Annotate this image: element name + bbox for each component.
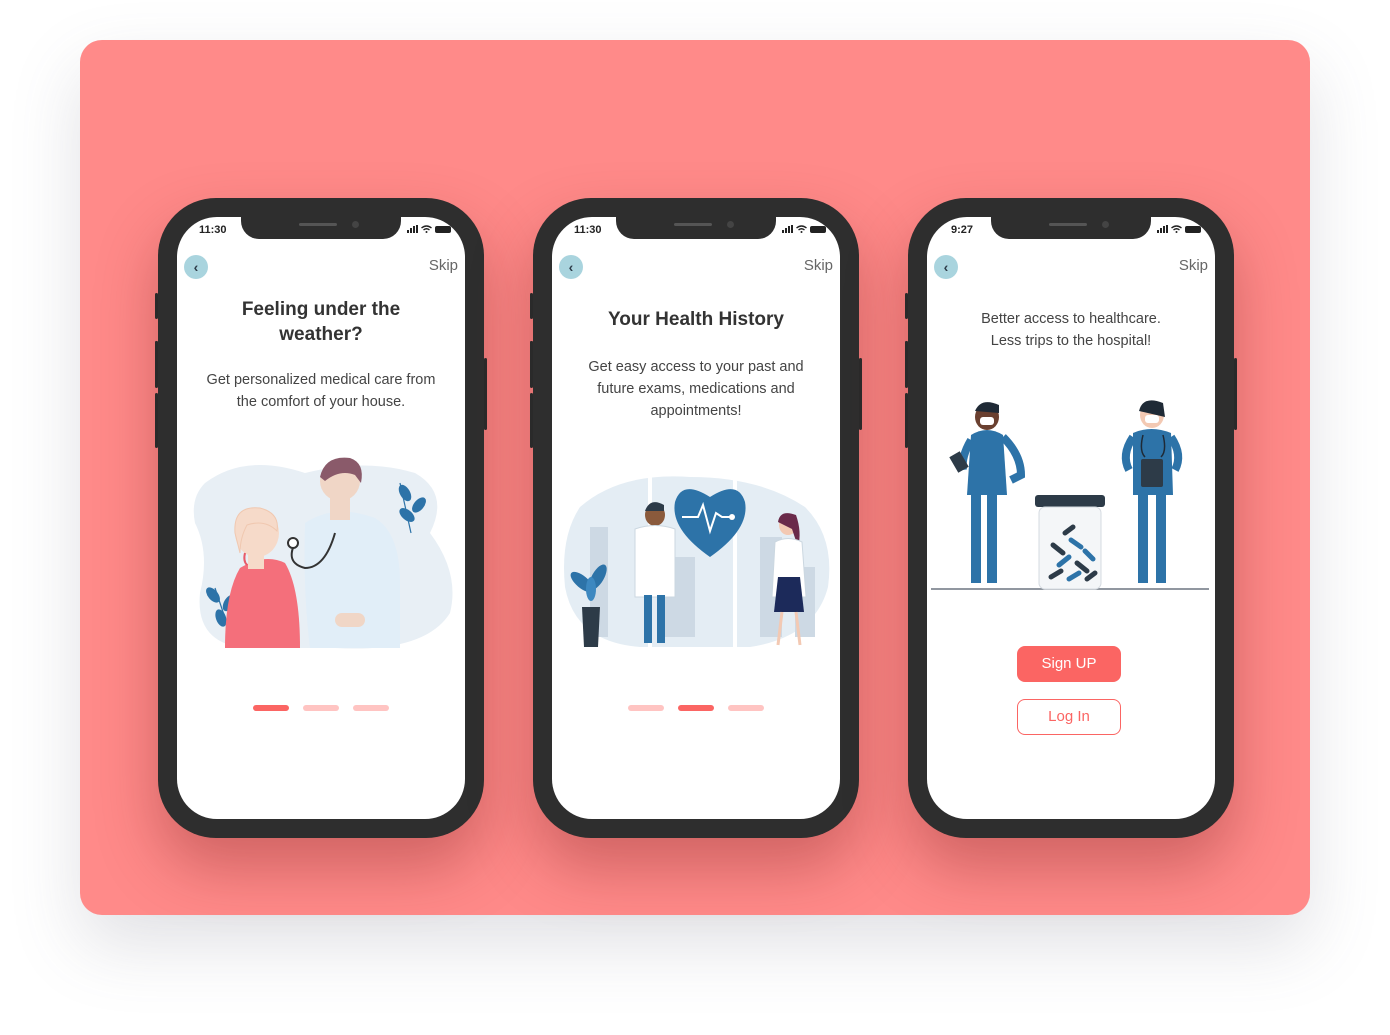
battery-icon bbox=[435, 225, 451, 233]
page-dot-2[interactable] bbox=[303, 705, 339, 711]
page-title: Your Health History bbox=[608, 309, 784, 330]
page-title: Feeling under the weather? bbox=[241, 299, 401, 345]
screen-1: 11:30 ‹ Skip Feeling under the weather? … bbox=[177, 217, 465, 819]
wifi-icon bbox=[796, 225, 807, 233]
back-button[interactable]: ‹ bbox=[559, 255, 583, 279]
phone-onboarding-1: 11:30 ‹ Skip Feeling under the weather? … bbox=[155, 198, 487, 838]
back-button[interactable]: ‹ bbox=[184, 255, 208, 279]
signal-icon bbox=[782, 225, 793, 233]
phone-onboarding-2: 11:30 ‹ Skip Your Health History Get eas… bbox=[530, 198, 862, 838]
page-dot-1[interactable] bbox=[628, 705, 664, 711]
doctor-patient-illustration bbox=[193, 457, 453, 649]
screen-3: 9:27 ‹ Skip Better access to healthcare.… bbox=[927, 217, 1215, 819]
signal-icon bbox=[407, 225, 418, 233]
nurses-pills-illustration bbox=[931, 400, 1209, 590]
skip-link[interactable]: Skip bbox=[429, 257, 458, 274]
notch bbox=[241, 217, 401, 239]
status-icons bbox=[407, 225, 451, 233]
wifi-icon bbox=[1171, 225, 1182, 233]
log-in-button[interactable]: Log In bbox=[1017, 699, 1121, 735]
status-time: 11:30 bbox=[574, 224, 602, 236]
page-dot-3[interactable] bbox=[728, 705, 764, 711]
notch bbox=[616, 217, 776, 239]
signal-icon bbox=[1157, 225, 1168, 233]
status-time: 11:30 bbox=[199, 224, 227, 236]
chevron-left-icon: ‹ bbox=[943, 259, 949, 275]
status-icons bbox=[782, 225, 826, 233]
health-history-illustration bbox=[564, 476, 830, 647]
page-dot-3[interactable] bbox=[353, 705, 389, 711]
pagination-dots bbox=[177, 705, 465, 711]
skip-link[interactable]: Skip bbox=[804, 257, 833, 274]
chevron-left-icon: ‹ bbox=[568, 259, 574, 275]
back-button[interactable]: ‹ bbox=[934, 255, 958, 279]
screen-2: 11:30 ‹ Skip Your Health History Get eas… bbox=[552, 217, 840, 819]
status-icons bbox=[1157, 225, 1201, 233]
battery-icon bbox=[810, 225, 826, 233]
page-subtitle: Better access to healthcare. Less trips … bbox=[981, 311, 1161, 349]
status-time: 9:27 bbox=[951, 224, 974, 236]
page-dot-1[interactable] bbox=[253, 705, 289, 711]
showcase-card: 11:30 ‹ Skip Feeling under the weather? … bbox=[80, 40, 1310, 915]
skip-link[interactable]: Skip bbox=[1179, 257, 1208, 274]
sign-up-button[interactable]: Sign UP bbox=[1017, 646, 1121, 682]
page-subtitle: Get personalized medical care from the c… bbox=[206, 372, 436, 410]
page-dot-2[interactable] bbox=[678, 705, 714, 711]
wifi-icon bbox=[421, 225, 432, 233]
chevron-left-icon: ‹ bbox=[193, 259, 199, 275]
page-subtitle: Get easy access to your past and future … bbox=[588, 359, 804, 419]
pagination-dots bbox=[552, 705, 840, 711]
notch bbox=[991, 217, 1151, 239]
phone-onboarding-3: 9:27 ‹ Skip Better access to healthcare.… bbox=[905, 198, 1237, 838]
battery-icon bbox=[1185, 225, 1201, 233]
